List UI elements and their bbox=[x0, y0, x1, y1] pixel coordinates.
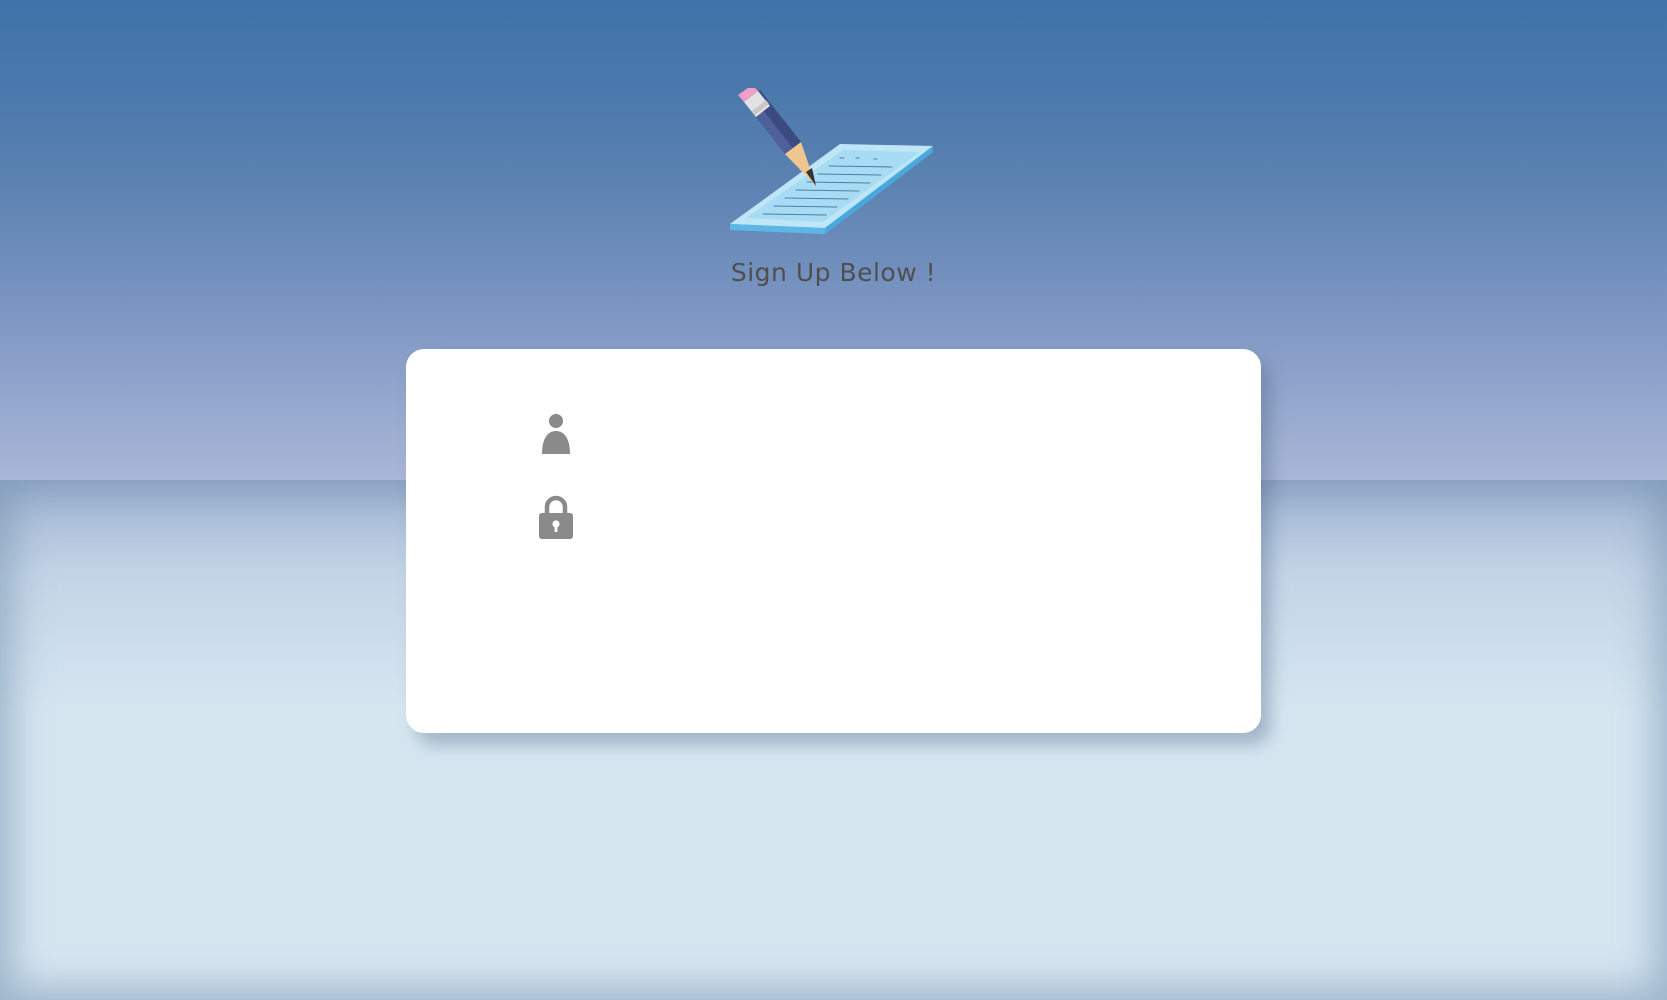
lock-icon bbox=[539, 495, 573, 539]
password-field bbox=[534, 489, 1134, 545]
password-input[interactable] bbox=[604, 497, 1128, 539]
user-icon bbox=[542, 414, 570, 454]
page-title: Sign Up Below ! bbox=[730, 258, 937, 287]
notepad-pencil-logo bbox=[730, 88, 933, 234]
username-input[interactable] bbox=[604, 412, 1128, 454]
signup-form-card bbox=[406, 349, 1261, 733]
pencil-icon bbox=[738, 88, 816, 186]
username-field bbox=[534, 404, 1134, 460]
signup-page: Sign Up Below ! bbox=[0, 0, 1667, 1000]
notepad-icon bbox=[730, 144, 933, 234]
